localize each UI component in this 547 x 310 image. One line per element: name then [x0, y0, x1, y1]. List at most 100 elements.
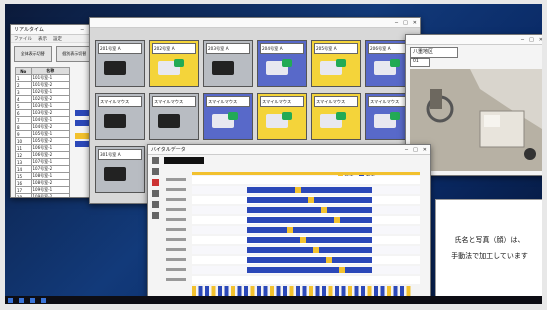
out-of-bed-mark — [339, 267, 345, 273]
room-tile[interactable]: スマイルマウス — [203, 93, 253, 140]
table-row[interactable]: 5 103号室-1 — [15, 102, 70, 110]
room-tile-label: 205号室 A — [314, 43, 358, 54]
single-view-button[interactable]: 個別表示切替 — [55, 46, 93, 62]
tool-icon[interactable] — [151, 190, 159, 197]
table-row[interactable]: 3 102号室-1 — [15, 88, 70, 96]
row-label — [166, 248, 186, 251]
status-marker — [75, 120, 89, 126]
taskbar-app-icon[interactable] — [19, 297, 24, 303]
summary-mark — [335, 286, 339, 296]
menu-item[interactable]: 表示 — [38, 36, 47, 42]
chart-window-titlebar[interactable]: バイタルデータ ─ □ ✕ — [148, 145, 430, 155]
row-label — [166, 208, 186, 211]
row-label — [166, 268, 186, 271]
column-header: 名称 — [30, 67, 70, 75]
close-icon[interactable]: ✕ — [413, 20, 417, 26]
table-row[interactable]: 18 109号室-2 — [15, 193, 70, 197]
in-bed-bar — [247, 187, 372, 193]
close-icon[interactable]: ✕ — [539, 37, 542, 43]
camera-label: 八重地区 — [410, 47, 458, 58]
in-bed-bar — [247, 267, 372, 273]
room-tile[interactable]: 205号室 A — [311, 40, 361, 87]
table-cell: 103号室-1 — [30, 102, 70, 110]
room-tile[interactable]: スマイルマウス — [257, 93, 307, 140]
camera-window-titlebar[interactable]: ─ □ ✕ — [406, 35, 542, 45]
status-marker — [75, 133, 89, 139]
room-tile[interactable]: スマイルマウス — [311, 93, 361, 140]
table-row[interactable]: 1 101号室-1 — [15, 74, 70, 82]
start-icon[interactable] — [8, 297, 13, 303]
room-tile[interactable]: スマイルマウス — [95, 93, 145, 140]
status-icon — [282, 59, 292, 67]
list-window-titlebar[interactable]: リアルタイム ─✕ — [11, 25, 96, 35]
in-bed-bar — [247, 237, 372, 243]
table-row[interactable]: 11 106号室-1 — [15, 144, 70, 152]
summary-mark — [224, 286, 229, 296]
taskbar-app-icon[interactable] — [41, 297, 46, 303]
table-row[interactable]: 15 108号室-1 — [15, 172, 70, 180]
room-tile[interactable]: 203号室 A — [203, 40, 253, 87]
table-row[interactable]: 8 104号室-2 — [15, 123, 70, 131]
row-label — [166, 188, 186, 191]
summary-mark — [374, 286, 378, 296]
minimize-icon[interactable]: ─ — [405, 147, 408, 153]
tool-icon[interactable] — [151, 212, 159, 219]
table-row[interactable]: 2 101号室-2 — [15, 81, 70, 89]
table-row[interactable]: 13 107号室-1 — [15, 158, 70, 166]
bed-icon — [104, 61, 126, 75]
table-cell: 105号室-2 — [30, 137, 70, 145]
status-marker — [75, 110, 89, 116]
minimize-icon[interactable]: ─ — [521, 37, 524, 43]
table-row[interactable]: 4 102号室-2 — [15, 95, 70, 103]
summary-mark — [192, 286, 196, 296]
summary-mark — [302, 286, 307, 296]
maximize-icon[interactable]: □ — [413, 147, 418, 153]
table-row[interactable]: 12 106号室-2 — [15, 151, 70, 159]
summary-mark — [348, 286, 352, 296]
summary-mark — [341, 286, 346, 296]
tool-icon[interactable] — [151, 157, 159, 164]
room-tile-label: 301号室 A — [98, 149, 142, 160]
menu-item[interactable]: ファイル — [14, 36, 32, 42]
taskbar-app-icon[interactable] — [30, 297, 35, 303]
room-tile[interactable]: 201号室 A — [95, 40, 145, 87]
table-row[interactable]: 16 108号室-2 — [15, 179, 70, 187]
summary-mark — [289, 286, 294, 296]
summary-mark — [309, 286, 313, 296]
room-tile[interactable]: 301号室 A — [95, 146, 145, 193]
table-row[interactable]: 10 105号室-2 — [15, 137, 70, 145]
menu-item[interactable]: 設定 — [53, 36, 62, 42]
close-icon[interactable]: ✕ — [423, 147, 427, 153]
maximize-icon[interactable]: □ — [529, 37, 534, 43]
table-cell: 6 — [15, 109, 32, 117]
row-label — [166, 198, 186, 201]
status-icon — [390, 112, 400, 120]
summary-mark — [393, 286, 398, 296]
in-bed-bar — [247, 217, 372, 223]
room-tile[interactable]: 202号室 A — [149, 40, 199, 87]
table-row[interactable]: 17 109号室-1 — [15, 186, 70, 194]
minimize-icon[interactable]: ─ — [81, 27, 84, 33]
table-row[interactable]: 14 107号室-2 — [15, 165, 70, 173]
room-tile[interactable]: 204号室 A — [257, 40, 307, 87]
tool-icon[interactable] — [151, 179, 159, 186]
column-header: No — [15, 67, 32, 75]
chart-window: バイタルデータ ─□✕ 離床 在床 — [147, 144, 431, 304]
table-cell: 1 — [15, 74, 32, 82]
room-tile[interactable]: スマイルマウス — [149, 93, 199, 140]
out-of-bed-mark — [313, 247, 319, 253]
all-view-button[interactable]: 全体表示切替 — [14, 46, 52, 62]
table-cell: 11 — [15, 144, 32, 152]
tool-icon[interactable] — [151, 201, 159, 208]
table-row[interactable]: 9 105号室-1 — [15, 130, 70, 138]
tool-icon[interactable] — [151, 168, 159, 175]
table-row[interactable]: 6 103号室-2 — [15, 109, 70, 117]
tiles-window-titlebar[interactable]: ─ □ ✕ — [90, 18, 420, 28]
minimize-icon[interactable]: ─ — [395, 20, 398, 26]
table-cell: 5 — [15, 102, 32, 110]
maximize-icon[interactable]: □ — [403, 20, 408, 26]
status-icon — [390, 59, 400, 67]
table-row[interactable]: 7 104号室-1 — [15, 116, 70, 124]
timeline-chart — [166, 172, 420, 296]
table-cell: 105号室-1 — [30, 130, 70, 138]
